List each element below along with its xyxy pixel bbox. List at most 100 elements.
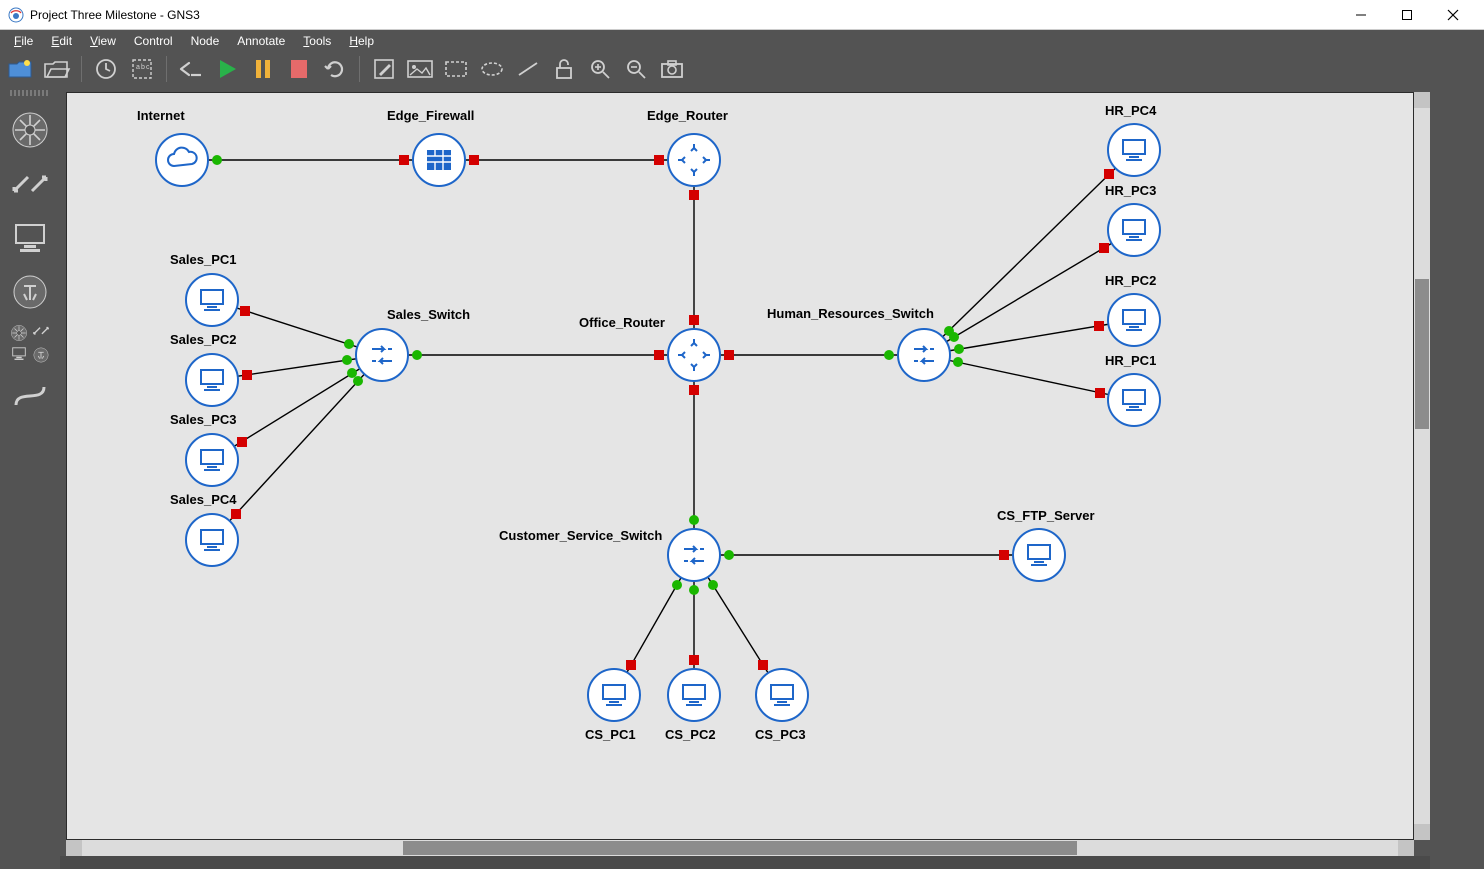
node-label-HR_PC2[interactable]: HR_PC2 [1105,273,1156,288]
node-label-Sales_PC3[interactable]: Sales_PC3 [170,412,237,427]
node-pc-icon [1107,203,1161,257]
toolbar-line-button[interactable] [513,54,543,84]
node-pc-icon [1107,123,1161,177]
node-label-HR_PC1[interactable]: HR_PC1 [1105,353,1156,368]
titlebar: Project Three Milestone - GNS3 [0,0,1484,30]
node-Sales_PC1[interactable] [185,273,239,327]
toolbar-zoom-out-button[interactable] [621,54,651,84]
horizontal-scroll-thumb[interactable] [403,841,1077,855]
horizontal-scrollbar[interactable] [66,840,1414,856]
toolbar-edit-note-button[interactable] [369,54,399,84]
node-CS_PC2[interactable] [667,668,721,722]
toolbar-open-project-button[interactable] [42,54,72,84]
scroll-left-icon[interactable] [66,840,82,856]
node-Edge_Router[interactable] [667,133,721,187]
toolbar-rect-button[interactable] [441,54,471,84]
maximize-button[interactable] [1384,0,1430,30]
node-label-Internet[interactable]: Internet [137,108,185,123]
node-label-HR_PC3[interactable]: HR_PC3 [1105,183,1156,198]
node-Customer_Service_Switch[interactable] [667,528,721,582]
palette-security-button[interactable] [8,270,52,314]
toolbar-text-tool-button[interactable]: abc [127,54,157,84]
node-Office_Router[interactable] [667,328,721,382]
node-HR_PC2[interactable] [1107,293,1161,347]
port-red-icon [654,155,664,165]
palette-all-devices[interactable] [7,324,53,364]
node-label-Edge_Router[interactable]: Edge_Router [647,108,728,123]
node-HR_PC1[interactable] [1107,373,1161,427]
node-CS_FTP_Server[interactable] [1012,528,1066,582]
vertical-scroll-thumb[interactable] [1415,279,1429,429]
menu-item-view[interactable]: View [82,32,124,50]
node-label-CS_PC3[interactable]: CS_PC3 [755,727,806,742]
node-label-Sales_Switch[interactable]: Sales_Switch [387,307,470,322]
node-CS_PC3[interactable] [755,668,809,722]
node-Sales_PC4[interactable] [185,513,239,567]
toolbar-console-button[interactable] [176,54,206,84]
node-HR_PC3[interactable] [1107,203,1161,257]
menu-item-control[interactable]: Control [126,32,181,50]
palette-switch-button[interactable] [8,162,52,206]
node-Sales_Switch[interactable] [355,328,409,382]
palette-router-button[interactable] [8,108,52,152]
vertical-scrollbar[interactable] [1414,92,1430,840]
menu-item-help[interactable]: Help [341,32,382,50]
menu-item-node[interactable]: Node [183,32,228,50]
node-Internet[interactable] [155,133,209,187]
menu-item-tools[interactable]: Tools [295,32,339,50]
side-panel-sliver[interactable] [1430,86,1484,869]
link-layer [67,93,1413,839]
menu-item-edit[interactable]: Edit [43,32,80,50]
toolbar-zoom-in-button[interactable] [585,54,615,84]
toolbar-ellipse-button[interactable] [477,54,507,84]
node-label-Customer_Service_Switch[interactable]: Customer_Service_Switch [499,528,662,543]
node-Sales_PC3[interactable] [185,433,239,487]
node-label-CS_PC1[interactable]: CS_PC1 [585,727,636,742]
menu-item-annotate[interactable]: Annotate [229,32,293,50]
node-label-Sales_PC1[interactable]: Sales_PC1 [170,252,237,267]
toolbar-screenshot-button[interactable] [657,54,687,84]
node-label-Office_Router[interactable]: Office_Router [579,315,665,330]
mini-security-icon [32,346,50,364]
node-pc-icon [185,513,239,567]
scroll-right-icon[interactable] [1398,840,1414,856]
minimize-button[interactable] [1338,0,1384,30]
node-router-icon [667,133,721,187]
node-label-Edge_Firewall[interactable]: Edge_Firewall [387,108,474,123]
mini-switch-icon [32,324,50,342]
node-Human_Resources_Switch[interactable] [897,328,951,382]
port-red-icon [689,190,699,200]
topology-canvas[interactable]: Internet Edge_Firewall Edge_Router Sales_PC… [66,92,1414,840]
node-switch-icon [667,528,721,582]
node-label-HR_PC4[interactable]: HR_PC4 [1105,103,1156,118]
node-Sales_PC2[interactable] [185,353,239,407]
palette-cable-button[interactable] [8,374,52,418]
node-label-Human_Resources_Switch[interactable]: Human_Resources_Switch [767,306,934,321]
node-label-Sales_PC2[interactable]: Sales_PC2 [170,332,237,347]
menu-item-file[interactable]: File [6,32,41,50]
node-CS_PC1[interactable] [587,668,641,722]
toolbar-reload-button[interactable] [320,54,350,84]
toolbar-image-button[interactable] [405,54,435,84]
scroll-up-icon[interactable] [1414,92,1430,108]
toolbar-new-project-button[interactable] [6,54,36,84]
port-green-icon [412,350,422,360]
close-button[interactable] [1430,0,1476,30]
port-green-icon [954,344,964,354]
toolbar-lock-button[interactable] [549,54,579,84]
palette-grip[interactable] [10,90,50,96]
node-label-Sales_PC4[interactable]: Sales_PC4 [170,492,237,507]
node-HR_PC4[interactable] [1107,123,1161,177]
toolbar-pause-button[interactable] [248,54,278,84]
scroll-down-icon[interactable] [1414,824,1430,840]
node-label-CS_FTP_Server[interactable]: CS_FTP_Server [997,508,1095,523]
toolbar-stop-button[interactable] [284,54,314,84]
node-pc-icon [667,668,721,722]
node-switch-icon [355,328,409,382]
node-Edge_Firewall[interactable] [412,133,466,187]
svg-text:c: c [146,64,150,71]
node-label-CS_PC2[interactable]: CS_PC2 [665,727,716,742]
toolbar-recent-button[interactable] [91,54,121,84]
palette-computer-button[interactable] [8,216,52,260]
toolbar-play-button[interactable] [212,54,242,84]
